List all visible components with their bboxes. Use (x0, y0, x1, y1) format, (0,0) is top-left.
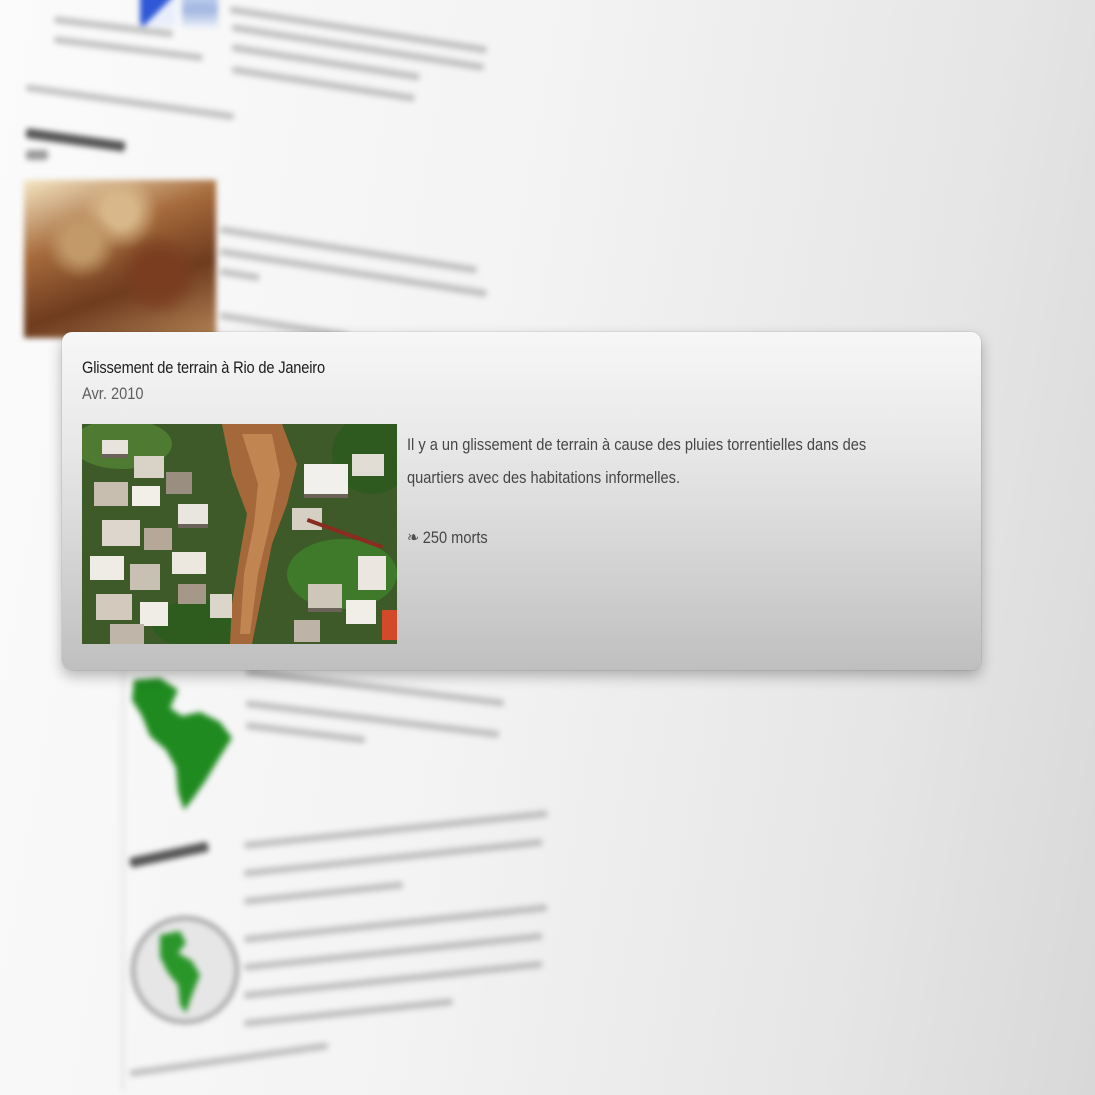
background-divider (122, 670, 124, 1090)
background-heading-2 (128, 841, 210, 868)
event-card[interactable]: Glissement de terrain à Rio de Janeiro A… (62, 332, 981, 670)
event-title: Glissement de terrain à Rio de Janeiro (82, 358, 325, 377)
americas-map-icon (132, 678, 232, 810)
landslide-aerial-photo (82, 424, 397, 644)
background-heading (25, 128, 126, 152)
background-date (26, 150, 48, 160)
event-date: Avr. 2010 (82, 384, 144, 403)
background-photo (24, 180, 216, 338)
event-description: Il y a un glissement de terrain à cause … (407, 435, 867, 487)
globe-icon (131, 916, 239, 1024)
flag-icons (140, 0, 220, 30)
death-toll: ❧ 250 morts (407, 528, 488, 548)
fleuron-icon: ❧ (407, 528, 420, 547)
landslide-photo (82, 424, 397, 644)
death-toll-text: 250 morts (422, 528, 488, 547)
